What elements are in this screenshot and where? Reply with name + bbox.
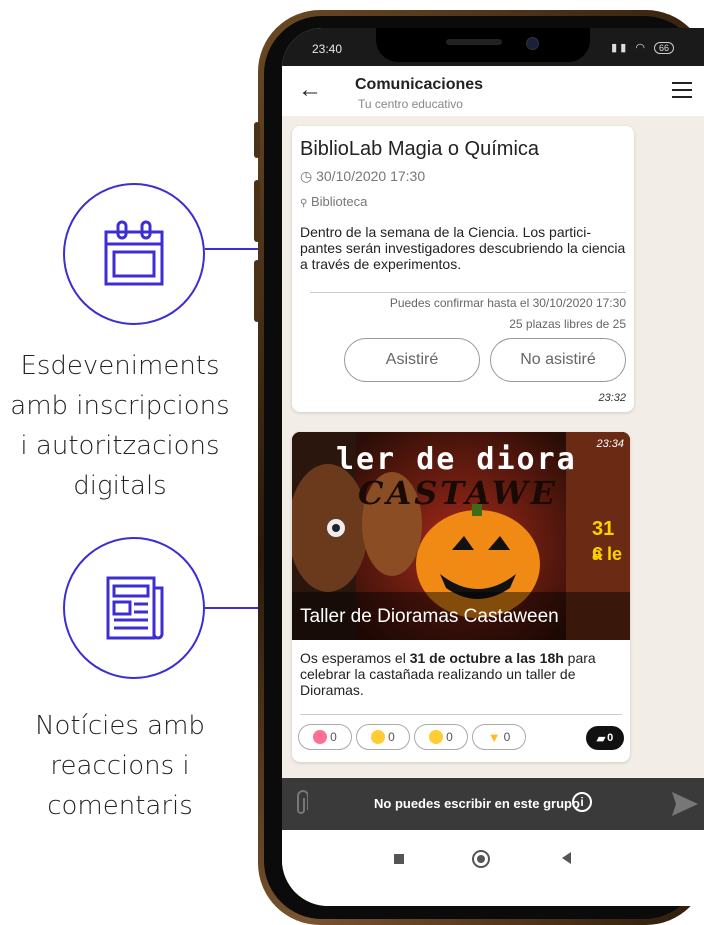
news-body-text: Os esperamos el — [300, 650, 410, 666]
front-camera — [526, 37, 539, 50]
laugh-icon — [371, 730, 386, 744]
events-text-line: i autoritzacions — [20, 431, 220, 461]
event-date: ◷ 30/10/2020 17:30 — [300, 168, 425, 185]
message-bar: No puedes escribir en este grupo i — [282, 778, 704, 830]
event-description: Dentro de la semana de la Ciencia. Los p… — [300, 224, 626, 272]
signal-icon: ▮▮ — [611, 42, 630, 54]
event-date-value: 30/10/2020 17:30 — [316, 168, 426, 184]
comments-button[interactable]: ▰ 0 — [586, 726, 624, 750]
attach-icon[interactable] — [294, 790, 308, 818]
news-body-bold: 31 de octubre a las 18h — [409, 650, 564, 666]
reaction-dislike[interactable]: ▼ 0 — [472, 724, 526, 750]
status-icons: ▮▮ ◠ 66 — [611, 41, 674, 54]
clock-icon: ◷ — [300, 168, 313, 184]
app-bar: ← Comunicaciones Tu centro educativo — [282, 66, 704, 116]
status-time: 23:40 — [312, 42, 343, 56]
recent-apps-icon[interactable] — [394, 854, 404, 864]
event-place: ⚲ Biblioteca — [300, 194, 367, 209]
sad-face-icon — [429, 730, 444, 744]
comments-count: 0 — [607, 732, 614, 744]
events-text-line: digitals — [73, 471, 167, 501]
reaction-count: 0 — [330, 730, 337, 744]
event-title: BiblioLab Magia o Química — [300, 138, 540, 160]
notch — [376, 28, 590, 62]
divider — [300, 714, 622, 715]
news-text-line: Notícies amb — [35, 711, 205, 741]
side-button — [254, 122, 260, 158]
phone-screen: 23:40 ▮▮ ◠ 66 ← Comunicaciones Tu centro… — [282, 28, 704, 906]
news-text-line: comentaris — [47, 791, 193, 821]
news-caption: Taller de Dioramas Castaween — [300, 606, 559, 627]
send-icon[interactable] — [670, 790, 700, 818]
news-feature-text: Notícies amb reaccions i comentaris — [0, 706, 240, 826]
comment-icon: ▰ — [596, 732, 606, 745]
event-place-value: Biblioteca — [310, 194, 368, 209]
reaction-love[interactable]: 0 — [298, 724, 352, 750]
event-card: BiblioLab Magia o Química ◷ 30/10/2020 1… — [292, 126, 634, 412]
events-text-line: amb inscripcions — [10, 391, 230, 421]
reaction-count: 0 — [503, 730, 511, 744]
image-text-line2: CASTAWE — [358, 474, 559, 512]
battery-icon: 66 — [653, 42, 674, 54]
side-button — [254, 180, 260, 242]
menu-icon[interactable] — [672, 82, 692, 103]
reaction-laugh[interactable]: 0 — [356, 724, 410, 750]
reactions-row: 0 0 0 ▼ 0 — [298, 724, 526, 750]
thumbs-down-icon: ▼ — [487, 729, 501, 745]
no-write-notice: No puedes escribir en este grupo — [374, 796, 580, 811]
seats-available: 25 plazas libres de 25 — [509, 317, 626, 331]
info-icon[interactable]: i — [572, 792, 592, 812]
page-title: Comunicaciones — [355, 76, 484, 93]
reaction-count: 0 — [446, 730, 453, 744]
news-card: ler de diora CASTAWE 31 c a le 23:34 Tal… — [292, 432, 630, 762]
system-nav-bar — [282, 830, 704, 906]
confirm-deadline: Puedes confirmar hasta el 30/10/2020 17:… — [389, 296, 626, 310]
calendar-icon — [104, 220, 164, 286]
side-button — [254, 260, 260, 322]
event-timestamp: 23:32 — [598, 392, 626, 404]
news-text-line: reaccions i — [50, 751, 190, 781]
news-body: Os esperamos el 31 de octubre a las 18h … — [300, 650, 626, 698]
image-text-line1: ler de diora — [336, 442, 577, 477]
events-feature-text: Esdeveniments amb inscripcions i autorit… — [0, 346, 240, 506]
wifi-icon: ◠ — [635, 42, 648, 54]
page-subtitle: Tu centro educativo — [358, 97, 463, 111]
heart-eyes-icon — [313, 730, 328, 744]
reaction-sad[interactable]: 0 — [414, 724, 468, 750]
divider — [310, 292, 626, 293]
home-icon[interactable] — [472, 850, 490, 868]
calendar-feature-circle — [63, 183, 205, 325]
back-arrow-icon[interactable]: ← — [298, 76, 322, 104]
image-side-text: a le — [592, 544, 623, 564]
speaker — [446, 39, 502, 45]
reaction-count: 0 — [388, 730, 395, 744]
attend-button[interactable]: Asistiré — [344, 338, 480, 382]
not-attend-button[interactable]: No asistiré — [490, 338, 626, 382]
location-pin-icon: ⚲ — [300, 198, 308, 209]
news-feature-circle — [63, 537, 205, 679]
back-triangle-icon[interactable] — [562, 852, 571, 864]
events-text-line: Esdeveniments — [20, 351, 220, 381]
status-bar: 23:40 ▮▮ ◠ 66 — [282, 28, 704, 66]
newspaper-icon — [106, 576, 164, 640]
news-timestamp: 23:34 — [596, 438, 624, 450]
news-image[interactable]: ler de diora CASTAWE 31 c a le 23:34 Tal… — [292, 432, 630, 640]
